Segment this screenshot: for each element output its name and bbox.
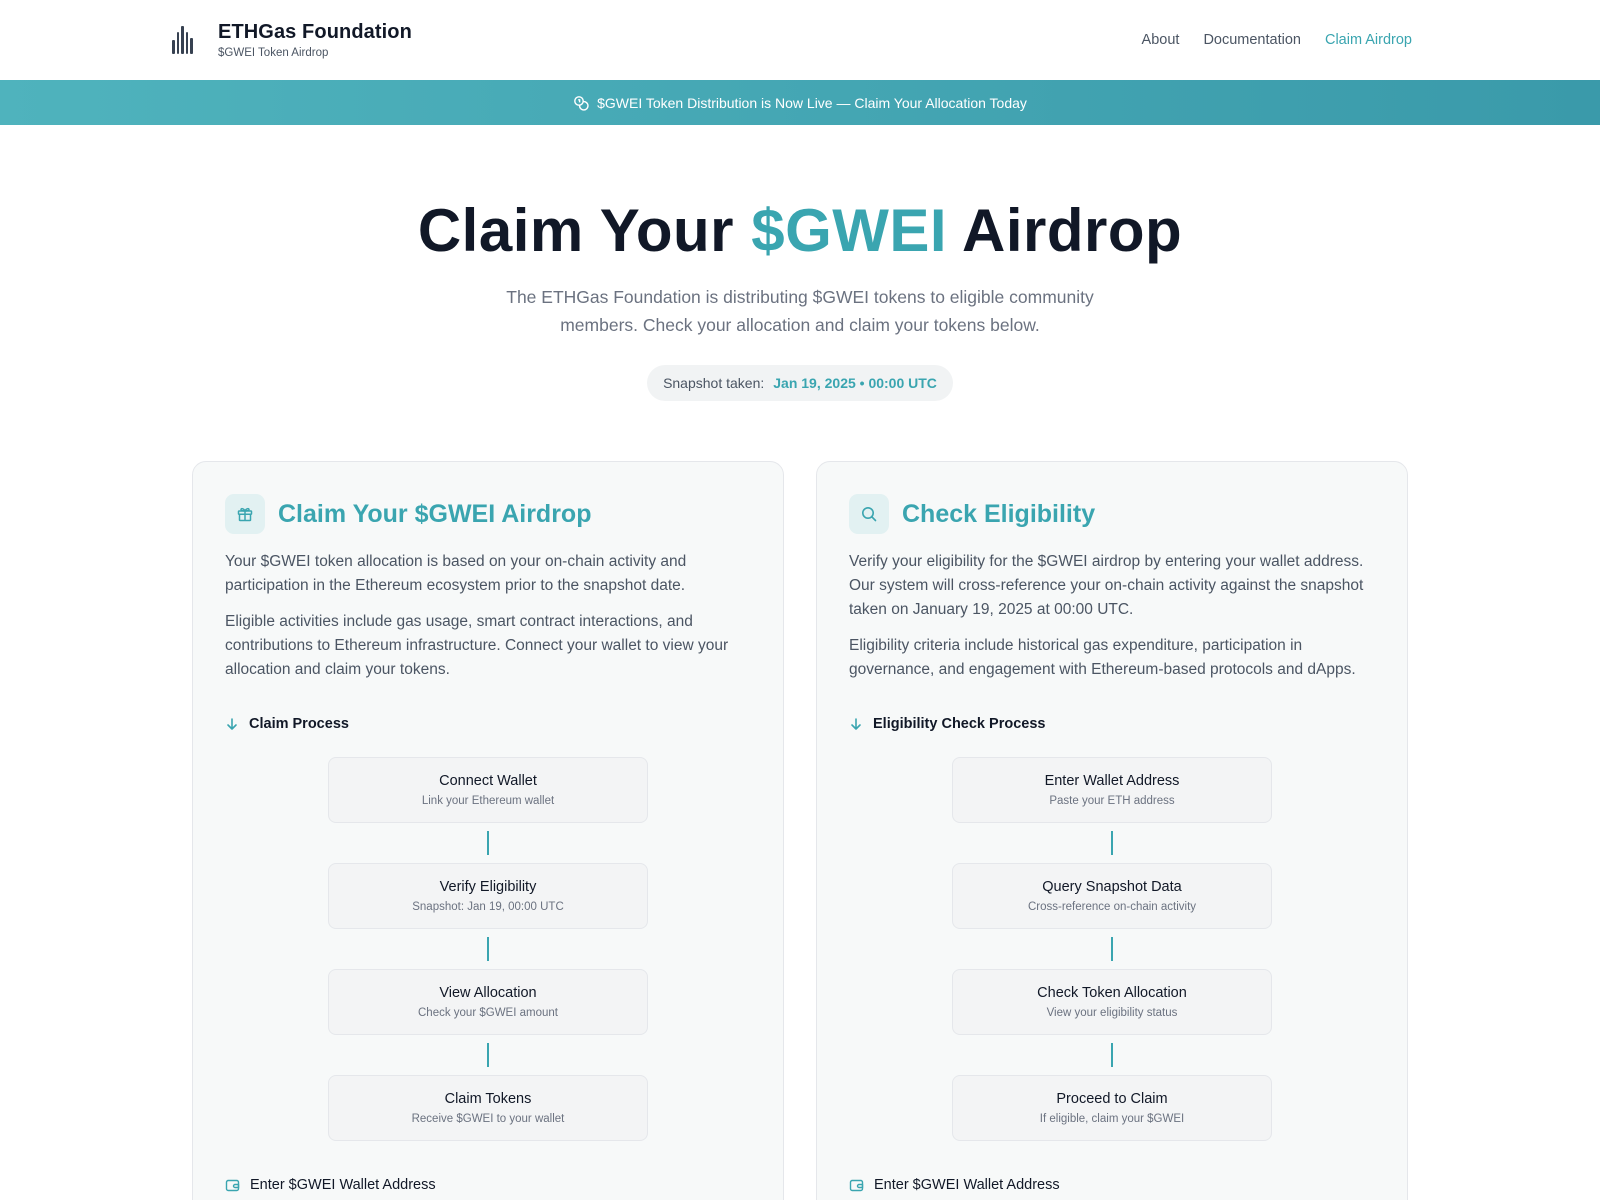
step-title: Connect Wallet	[439, 773, 537, 789]
announcement-banner: $GWEI Token Distribution is Now Live — C…	[0, 80, 1600, 125]
title-accent: $GWEI	[751, 197, 948, 264]
claim-process-text: Claim Process	[249, 716, 349, 732]
arrow-down-icon	[227, 718, 237, 730]
claim-wallet-label: Enter $GWEI Wallet Address	[225, 1177, 751, 1193]
eligibility-step-proceed-claim: Proceed to Claim If eligible, claim your…	[952, 1075, 1272, 1141]
cards-row: Claim Your $GWEI Airdrop Your $GWEI toke…	[192, 461, 1408, 1200]
arrow-down-icon	[851, 718, 861, 730]
brand-subtitle: $GWEI Token Airdrop	[218, 47, 329, 59]
claim-step-connect-wallet: Connect Wallet Link your Ethereum wallet	[328, 757, 648, 823]
eligibility-card-title: Check Eligibility	[902, 499, 1096, 528]
eligibility-card-paragraph-1: Verify your eligibility for the $GWEI ai…	[849, 553, 1364, 618]
step-subtitle: If eligible, claim your $GWEI	[1039, 1113, 1185, 1125]
eligibility-wallet-text: Enter $GWEI Wallet Address	[874, 1177, 1060, 1193]
nav-documentation[interactable]: Documentation	[1203, 32, 1301, 48]
eligibility-card-paragraph-2: Eligibility criteria include historical …	[849, 637, 1356, 678]
step-title: Verify Eligibility	[439, 879, 537, 895]
step-subtitle: Check your $GWEI amount	[418, 1007, 558, 1019]
main-nav: About Documentation Claim Airdrop	[1142, 32, 1412, 48]
claim-process-label: Claim Process	[225, 716, 751, 732]
hero: Claim Your $GWEI Airdrop The ETHGas Foun…	[0, 125, 1600, 401]
step-connector	[487, 929, 489, 969]
search-icon	[849, 494, 889, 534]
title-end: Airdrop	[947, 197, 1183, 264]
eligibility-step-check-allocation: Check Token Allocation View your eligibi…	[952, 969, 1272, 1035]
step-subtitle: View your eligibility status	[1046, 1007, 1178, 1019]
wallet-icon	[849, 1179, 864, 1192]
claim-step-verify-eligibility: Verify Eligibility Snapshot: Jan 19, 00:…	[328, 863, 648, 929]
banner-text: $GWEI Token Distribution is Now Live — C…	[597, 94, 1027, 111]
claim-step-view-allocation: View Allocation Check your $GWEI amount	[328, 969, 648, 1035]
step-title: Claim Tokens	[444, 1091, 532, 1107]
eligibility-step-enter-wallet: Enter Wallet Address Paste your ETH addr…	[952, 757, 1272, 823]
step-subtitle: Cross-reference on-chain activity	[1027, 901, 1197, 913]
step-subtitle: Paste your ETH address	[1049, 795, 1175, 807]
eligibility-card: Check Eligibility Verify your eligibilit…	[816, 461, 1408, 1200]
title-start: Claim Your	[417, 197, 752, 264]
gift-icon	[225, 494, 265, 534]
bar-chart-logo-icon	[172, 26, 196, 54]
step-title: Check Token Allocation	[1037, 985, 1187, 1001]
claim-flow: Connect Wallet Link your Ethereum wallet…	[225, 757, 751, 1141]
eligibility-step-query-snapshot: Query Snapshot Data Cross-reference on-c…	[952, 863, 1272, 929]
nav-claim-airdrop[interactable]: Claim Airdrop	[1325, 32, 1412, 48]
step-connector	[1111, 929, 1113, 969]
step-title: Proceed to Claim	[1056, 1091, 1168, 1107]
step-title: Query Snapshot Data	[1042, 879, 1182, 895]
snapshot-label: Snapshot taken:	[663, 375, 765, 391]
snapshot-value: Jan 19, 2025 • 00:00 UTC	[773, 375, 937, 391]
nav-about[interactable]: About	[1142, 32, 1180, 48]
brand[interactable]: ETHGas Foundation $GWEI Token Airdrop	[172, 21, 412, 59]
snapshot-badge: Snapshot taken: Jan 19, 2025 • 00:00 UTC	[647, 365, 953, 401]
step-connector	[487, 1035, 489, 1075]
wallet-icon	[225, 1179, 240, 1192]
step-connector	[1111, 823, 1113, 863]
step-title: Enter Wallet Address	[1044, 773, 1180, 789]
step-subtitle: Link your Ethereum wallet	[421, 795, 555, 807]
hero-description: The ETHGas Foundation is distributing $G…	[506, 287, 1094, 335]
site-header: ETHGas Foundation $GWEI Token Airdrop Ab…	[0, 0, 1600, 80]
claim-wallet-text: Enter $GWEI Wallet Address	[250, 1177, 436, 1193]
eligibility-flow: Enter Wallet Address Paste your ETH addr…	[849, 757, 1375, 1141]
step-subtitle: Snapshot: Jan 19, 00:00 UTC	[412, 901, 564, 913]
eligibility-process-label: Eligibility Check Process	[849, 716, 1375, 732]
eligibility-wallet-label: Enter $GWEI Wallet Address	[849, 1177, 1375, 1193]
claim-card-title: Claim Your $GWEI Airdrop	[278, 499, 592, 528]
claim-card: Claim Your $GWEI Airdrop Your $GWEI toke…	[192, 461, 784, 1200]
page-title: Claim Your $GWEI Airdrop	[0, 201, 1600, 261]
step-subtitle: Receive $GWEI to your wallet	[411, 1113, 565, 1125]
coins-icon	[574, 95, 589, 111]
brand-title: ETHGas Foundation	[218, 21, 412, 43]
claim-card-paragraph-2: Eligible activities include gas usage, s…	[225, 613, 729, 678]
eligibility-process-text: Eligibility Check Process	[873, 716, 1046, 732]
claim-step-claim-tokens: Claim Tokens Receive $GWEI to your walle…	[328, 1075, 648, 1141]
step-title: View Allocation	[439, 985, 537, 1001]
claim-card-paragraph-1: Your $GWEI token allocation is based on …	[225, 553, 687, 594]
step-connector	[487, 823, 489, 863]
step-connector	[1111, 1035, 1113, 1075]
